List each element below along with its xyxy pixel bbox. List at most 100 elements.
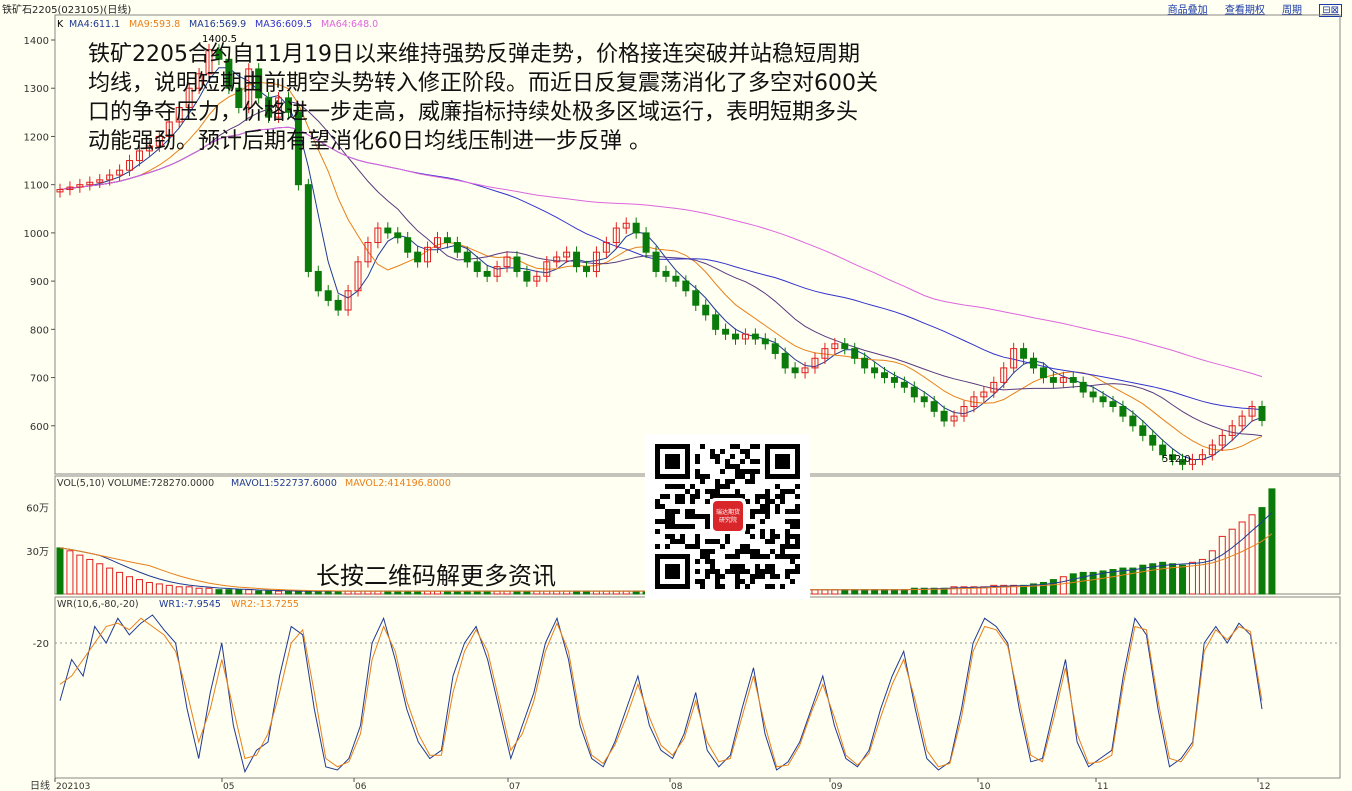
qr-module [710, 569, 715, 574]
qr-module [715, 459, 720, 464]
volume-bar [1208, 550, 1216, 595]
volume-bar [1099, 570, 1107, 595]
volume-bar [1159, 561, 1167, 595]
candle-body [463, 251, 471, 263]
candle-body [1139, 425, 1147, 436]
wr-legend-item-1: WR1:-7.9545 [159, 599, 221, 610]
candle-body [881, 372, 889, 379]
volume-bar [185, 586, 193, 595]
qr-module [735, 579, 740, 584]
qr-module [735, 469, 740, 474]
qr-module [770, 569, 775, 574]
qr-module [755, 494, 760, 499]
candle-body [1049, 377, 1057, 383]
qr-module [785, 539, 790, 544]
qr-finder-inner [775, 454, 790, 469]
qr-module [680, 534, 685, 539]
qr-module [710, 539, 715, 544]
qr-module [780, 499, 785, 504]
wr-legend-item-2: WR2:-13.7255 [231, 599, 299, 610]
candle-body [920, 396, 928, 403]
price-y-tick-label: 1100 [24, 181, 49, 192]
price-legend-item-4: MA36:609.5 [255, 19, 312, 30]
qr-module [720, 544, 725, 549]
qr-module [785, 544, 790, 549]
volume-bar [1248, 514, 1256, 595]
qr-module [730, 564, 735, 569]
qr-module [775, 574, 780, 579]
volume-bar [255, 590, 263, 595]
qr-module [750, 474, 755, 479]
qr-module [680, 494, 685, 499]
x-axis-tick-label: 08 [671, 782, 683, 791]
candle-body [682, 280, 690, 292]
qr-module [735, 549, 740, 554]
volume-bar [1059, 576, 1067, 595]
qr-module [695, 494, 700, 499]
qr-module [675, 509, 680, 514]
qr-module [670, 519, 675, 524]
volume-bar [1188, 561, 1196, 595]
qr-module [720, 484, 725, 489]
qr-module [795, 494, 800, 499]
volume-bar [215, 589, 223, 595]
qr-module [695, 544, 700, 549]
volume-bar [831, 589, 839, 595]
qr-module [795, 524, 800, 529]
qr-module [745, 469, 750, 474]
qr-module [715, 489, 720, 494]
candle-body [871, 367, 879, 374]
qr-module [790, 554, 795, 559]
qr-module [760, 554, 765, 559]
candle-body [473, 261, 481, 272]
qr-module [780, 489, 785, 494]
volume-bar [1109, 569, 1117, 595]
x-axis-tick-label: 07 [509, 782, 520, 791]
qr-module [665, 534, 670, 539]
qr-module [655, 519, 660, 524]
price-legend-item-5: MA64:648.0 [321, 19, 378, 30]
qr-module [770, 564, 775, 569]
qr-code[interactable]: 瑞达期货 研究院 [645, 434, 810, 599]
candle-body [324, 290, 332, 301]
qr-module [790, 489, 795, 494]
qr-module [790, 519, 795, 524]
qr-module [695, 454, 700, 459]
price-y-tick-label: 800 [30, 325, 49, 336]
qr-module [735, 474, 740, 479]
qr-module [735, 569, 740, 574]
qr-module [770, 534, 775, 539]
candle-body [910, 386, 918, 398]
volume-bar [205, 587, 213, 595]
volume-bar [225, 589, 233, 595]
qr-module [730, 444, 735, 449]
qr-module [660, 494, 665, 499]
qr-module [695, 579, 700, 584]
candle-body [702, 304, 710, 316]
wr-line-WR1 [59, 614, 1263, 774]
qr-module [665, 514, 670, 519]
candle-body [1039, 367, 1047, 379]
candle-body [513, 256, 521, 272]
x-axis-tick-label: 11 [1097, 782, 1108, 791]
volume-legend-item-1: MAVOL1:522737.6000 [231, 478, 337, 489]
qr-module [755, 509, 760, 514]
qr-module [720, 449, 725, 454]
volume-bar [871, 589, 879, 595]
qr-module [675, 499, 680, 504]
analysis-overlay-text: 铁矿2205合约自11月19日以来维持强势反弹走势，价格接连突破并站稳短周期均线… [88, 42, 878, 154]
qr-module [765, 509, 770, 514]
candle-body [404, 237, 412, 253]
qr-module [665, 519, 670, 524]
qr-module [740, 459, 745, 464]
qr-module [770, 584, 775, 589]
price-low-annotation: 512.0 [1162, 454, 1191, 465]
qr-module [710, 489, 715, 494]
candle-body [384, 227, 392, 234]
volume-legend-item-2: MAVOL2:414196.8000 [345, 478, 451, 489]
qr-module [760, 494, 765, 499]
qr-module [780, 584, 785, 589]
wr-legend-item-0: WR(10,6,-80,-20) [57, 599, 139, 610]
qr-module [765, 504, 770, 509]
qr-module [675, 484, 680, 489]
